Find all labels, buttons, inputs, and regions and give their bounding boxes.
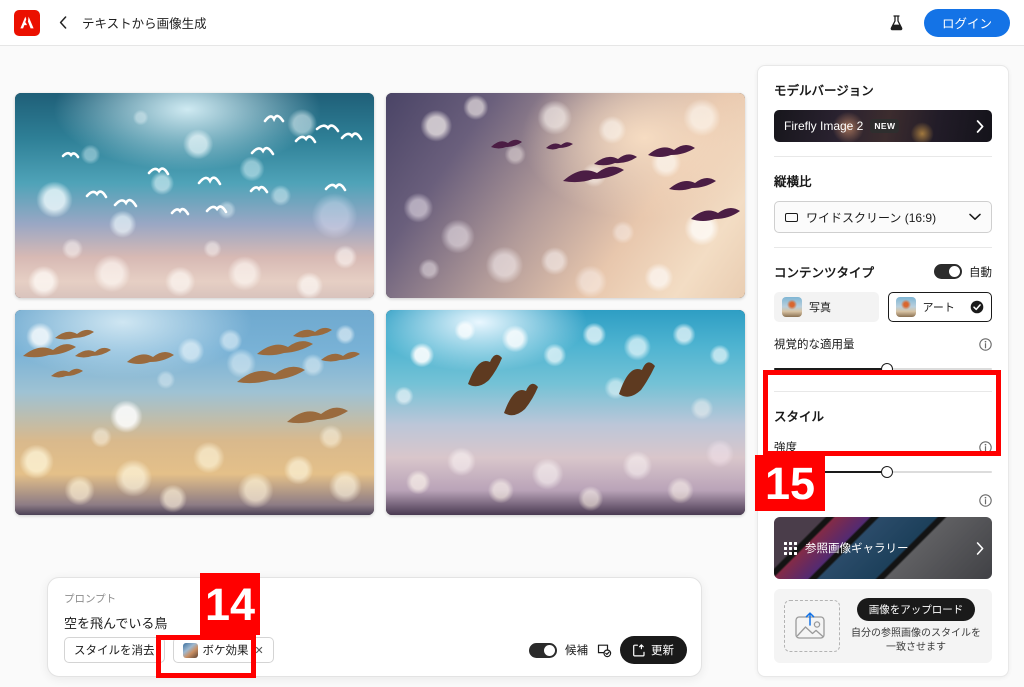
content-type-header: コンテンツタイプ 自動 bbox=[774, 262, 992, 281]
image-1-birds bbox=[61, 114, 363, 216]
suggestions-label: 候補 bbox=[565, 645, 588, 657]
divider bbox=[774, 391, 992, 392]
prompt-bar: プロンプト 空を飛んでいる鳥 スタイルを消去 ボケ効果 ✕ 候補 更新 bbox=[47, 577, 702, 677]
chevron-down-icon bbox=[969, 213, 981, 221]
check-circle-icon bbox=[970, 300, 984, 314]
clear-style-button[interactable]: スタイルを消去 bbox=[64, 637, 165, 663]
content-type-photo[interactable]: 写真 bbox=[774, 292, 879, 322]
slider-fill bbox=[774, 471, 888, 473]
settings-panel-content: モデルバージョン Firefly Image 2 NEW 縦横比 ワイドスクリー… bbox=[758, 66, 1008, 676]
style-chip-bokeh[interactable]: ボケ効果 ✕ bbox=[172, 637, 274, 663]
aspect-ratio-value: ワイドスクリーン (16:9) bbox=[806, 210, 937, 225]
style-chip-thumbnail bbox=[182, 642, 198, 658]
flask-icon[interactable] bbox=[884, 10, 910, 36]
gallery-row: 参照画像ギャラリー bbox=[784, 517, 984, 579]
top-bar: テキストから画像生成 ログイン bbox=[0, 0, 1024, 46]
upload-image-button[interactable]: 画像をアップロード bbox=[856, 598, 976, 621]
refresh-button[interactable]: 更新 bbox=[620, 636, 687, 664]
chevron-right-icon bbox=[976, 110, 984, 142]
chevron-right-icon bbox=[976, 541, 984, 555]
reference-upload-card: 画像をアップロード 自分の参照画像のスタイルを一致させます bbox=[774, 589, 992, 663]
upload-caption: 自分の参照画像のスタイルを一致させます bbox=[851, 628, 981, 653]
info-icon[interactable] bbox=[979, 440, 992, 454]
aspect-ratio-select[interactable]: ワイドスクリーン (16:9) bbox=[774, 201, 992, 233]
toggle-knob bbox=[949, 266, 960, 277]
generated-image-4[interactable] bbox=[386, 310, 745, 515]
content-type-title: コンテンツタイプ bbox=[774, 266, 875, 280]
suggestion-check-icon[interactable] bbox=[596, 642, 612, 658]
art-thumbnail bbox=[895, 297, 916, 317]
model-version-label: Firefly Image 2 bbox=[784, 119, 864, 133]
divider bbox=[774, 156, 992, 157]
close-icon[interactable]: ✕ bbox=[255, 644, 264, 657]
rectangle-icon bbox=[785, 212, 798, 222]
prompt-controls-row: スタイルを消去 ボケ効果 ✕ 候補 更新 bbox=[64, 636, 687, 664]
model-version-banner[interactable]: Firefly Image 2 NEW bbox=[774, 110, 992, 142]
login-button[interactable]: ログイン bbox=[923, 8, 1010, 37]
model-version-title: モデルバージョン bbox=[774, 84, 874, 98]
toggle-knob bbox=[544, 644, 555, 656]
image-upload-icon[interactable] bbox=[784, 600, 840, 652]
adobe-logo-icon[interactable] bbox=[14, 9, 40, 36]
reference-gallery-button[interactable]: 参照画像ギャラリー bbox=[774, 517, 992, 579]
upload-right-column: 画像をアップロード 自分の参照画像のスタイルを一致させます bbox=[850, 598, 982, 654]
prompt-input[interactable]: 空を飛んでいる鳥 bbox=[64, 613, 685, 632]
page-title: テキストから画像生成 bbox=[82, 17, 207, 31]
aspect-ratio-title: 縦横比 bbox=[774, 175, 812, 189]
slider-thumb[interactable] bbox=[881, 466, 894, 478]
info-icon[interactable] bbox=[979, 494, 992, 507]
style-chip-label: ボケ効果 bbox=[202, 645, 249, 657]
style-strength-label: 強度 bbox=[774, 442, 797, 454]
new-badge: NEW bbox=[870, 119, 900, 133]
clear-style-label: スタイルを消去 bbox=[74, 645, 155, 657]
visual-intensity-slider[interactable] bbox=[774, 361, 992, 377]
auto-toggle-group: 自動 bbox=[934, 264, 992, 280]
image-2-birds bbox=[491, 139, 740, 221]
content-type-photo-label: 写真 bbox=[809, 302, 831, 314]
slider-thumb[interactable] bbox=[881, 363, 894, 375]
auto-label: 自動 bbox=[969, 266, 992, 279]
visual-intensity-header: 視覚的な適用量 bbox=[774, 336, 992, 352]
content-type-art[interactable]: アート bbox=[887, 292, 992, 322]
image-3-birds bbox=[23, 327, 360, 424]
info-icon[interactable] bbox=[979, 337, 992, 351]
generated-image-3[interactable] bbox=[15, 310, 374, 515]
style-section-title: スタイル bbox=[774, 410, 825, 424]
grid-icon bbox=[784, 541, 797, 555]
style-strength-header: 強度 bbox=[774, 439, 992, 455]
prompt-label: プロンプト bbox=[64, 593, 117, 605]
model-version-banner-content: Firefly Image 2 NEW bbox=[784, 110, 900, 142]
generated-images-grid bbox=[15, 93, 745, 515]
firefly-text-to-image-app: テキストから画像生成 ログイン プロンプト 空を飛んでいる鳥 スタイルを消去 ボ… bbox=[0, 0, 1024, 687]
refresh-label: 更新 bbox=[651, 645, 674, 657]
style-strength-slider[interactable] bbox=[774, 464, 992, 480]
divider bbox=[774, 247, 992, 248]
image-4-birds bbox=[468, 354, 655, 416]
content-type-art-label: アート bbox=[922, 302, 955, 314]
generated-image-2[interactable] bbox=[386, 93, 745, 298]
generated-image-1[interactable] bbox=[15, 93, 374, 298]
auto-toggle[interactable] bbox=[934, 264, 962, 279]
photo-thumbnail bbox=[782, 297, 802, 317]
gallery-label: 参照画像ギャラリー bbox=[805, 543, 909, 555]
slider-fill bbox=[774, 368, 888, 370]
settings-panel: モデルバージョン Firefly Image 2 NEW 縦横比 ワイドスクリー… bbox=[757, 65, 1009, 677]
suggestions-toggle[interactable] bbox=[529, 642, 557, 658]
visual-intensity-label: 視覚的な適用量 bbox=[774, 339, 855, 351]
content-type-options: 写真 アート bbox=[774, 292, 992, 322]
back-button[interactable] bbox=[50, 10, 76, 36]
reference-image-header bbox=[774, 494, 992, 507]
refresh-upload-icon bbox=[633, 643, 646, 657]
